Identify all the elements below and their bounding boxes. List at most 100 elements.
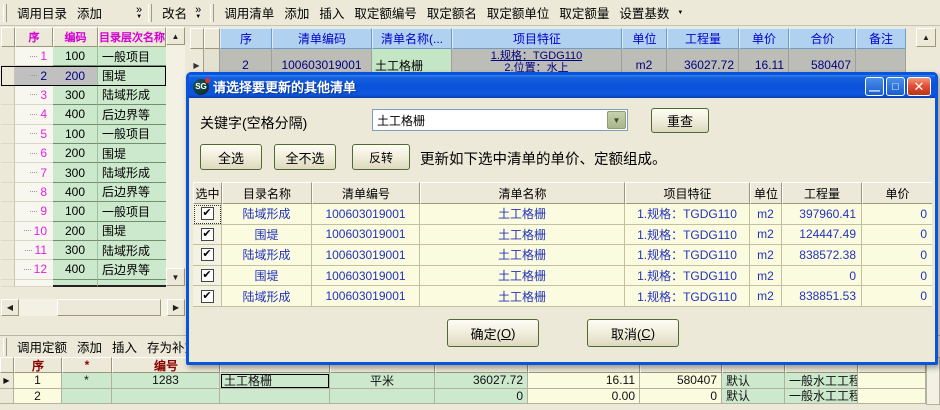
- column-header-unit[interactable]: 单位: [622, 28, 667, 49]
- column-header-total[interactable]: 合价: [789, 28, 856, 49]
- catalog-horizontal-scrollbar[interactable]: ◀ ▶: [1, 299, 185, 316]
- cell-list-name: 土工格栅: [420, 204, 625, 225]
- column-header-indicator: [190, 28, 204, 49]
- scroll-up-icon[interactable]: ▲: [166, 27, 185, 45]
- dialog-title: 请选择要更新的其他清单: [213, 77, 863, 96]
- requery-button[interactable]: 重查: [651, 108, 709, 133]
- column-header-price[interactable]: 单价: [862, 182, 932, 204]
- catalog-row[interactable]: 10200围堤: [1, 222, 166, 241]
- scroll-left-icon[interactable]: ◀: [1, 299, 19, 316]
- dialog-table-row[interactable]: ✔ 陆域形成 100603019001 土工格栅 1.规格：TGDG110 m2…: [193, 245, 932, 266]
- column-header-price[interactable]: 单价: [739, 28, 789, 49]
- catalog-row[interactable]: 8400后边界等: [1, 183, 166, 202]
- close-button[interactable]: ✕: [907, 77, 931, 96]
- toolbar-item-rename[interactable]: 改名: [157, 1, 192, 24]
- row-checkbox[interactable]: ✔: [201, 207, 214, 220]
- quota-row[interactable]: 2 0 0.00 0 默认 一般水工工程: [0, 389, 940, 405]
- catalog-row[interactable]: 7300陆域形成: [1, 163, 166, 182]
- catalog-row[interactable]: 1100一般项目: [1, 47, 166, 66]
- column-header-seq[interactable]: 序: [15, 27, 53, 47]
- row-checkbox[interactable]: ✔: [201, 228, 214, 241]
- catalog-row[interactable]: 12400后边界等: [1, 260, 166, 279]
- toolbar-item-call-quota[interactable]: 调用定额: [12, 335, 72, 358]
- cancel-button[interactable]: 取消(C): [587, 319, 679, 347]
- column-header-name[interactable]: 目录层次名称: [98, 27, 166, 47]
- column-header-quantity[interactable]: 工程量: [782, 182, 862, 204]
- column-header-code[interactable]: 编码: [53, 27, 98, 47]
- catalog-vertical-scrollbar[interactable]: ▲ ▼: [166, 27, 185, 286]
- catalog-row-clipped[interactable]: [1, 280, 166, 287]
- toolbar-item-insert[interactable]: 插入: [314, 1, 349, 24]
- catalog-row[interactable]: 3300陆域形成: [1, 86, 166, 105]
- catalog-row[interactable]: 11300陆域形成: [1, 241, 166, 260]
- cell-quantity: 0: [782, 266, 862, 287]
- minimize-button[interactable]: —: [865, 77, 884, 96]
- cell-feature: 1.规格：TGDG110: [625, 286, 750, 307]
- column-header-feature[interactable]: 项目特征: [452, 28, 622, 49]
- column-header-list-name[interactable]: 清单名称: [420, 182, 625, 204]
- toolbar-item-get-quota-unit[interactable]: 取定额单位: [482, 1, 555, 24]
- column-header-seq[interactable]: 序: [220, 28, 272, 49]
- column-header-list-code[interactable]: 清单编码: [272, 28, 372, 49]
- select-all-button[interactable]: 全选: [200, 144, 262, 170]
- toolbar-item-get-quota-qty[interactable]: 取定额量: [554, 1, 614, 24]
- catalog-row[interactable]: 9100一般项目: [1, 202, 166, 221]
- select-none-button[interactable]: 全不选: [274, 144, 336, 170]
- cell-directory: 围堤: [222, 266, 312, 287]
- toolbar-dropdown-icon[interactable]: ▼: [674, 10, 686, 16]
- dialog-table-row[interactable]: ✔ 陆域形成 100603019001 土工格栅 1.规格：TGDG110 m2…: [193, 286, 932, 307]
- invert-selection-button[interactable]: 反转: [352, 144, 410, 170]
- cell-seq: 10: [15, 222, 53, 241]
- maximize-button[interactable]: □: [886, 77, 905, 96]
- row-checkbox[interactable]: ✔: [201, 248, 214, 261]
- toolbar-item-set-base[interactable]: 设置基数: [614, 1, 674, 24]
- catalog-row[interactable]: 4400后边界等: [1, 105, 166, 124]
- more-buttons-icon[interactable]: »▼: [192, 6, 204, 20]
- dialog-table-row[interactable]: ✔ 围堤 100603019001 土工格栅 1.规格：TGDG110 m2 1…: [193, 225, 932, 246]
- row-checkbox[interactable]: ✔: [201, 290, 214, 303]
- toolbar-item-call-catalog[interactable]: 调用目录: [12, 1, 72, 24]
- update-lists-dialog: SG 请选择要更新的其他清单 — □ ✕ 关键字(空格分隔) 土工格栅 ▼ 重查…: [186, 72, 938, 365]
- toolbar-item-call-list[interactable]: 调用清单: [219, 1, 279, 24]
- column-header-feature[interactable]: 项目特征: [625, 182, 750, 204]
- dialog-table-row[interactable]: ✔ 围堤 100603019001 土工格栅 1.规格：TGDG110 m2 0…: [193, 266, 932, 287]
- catalog-panel: 序 编码 目录层次名称 1100一般项目 2200围堤 3300陆域形成 440…: [0, 26, 186, 335]
- catalog-row-selected[interactable]: 2200围堤: [1, 66, 166, 85]
- dialog-table-row[interactable]: ✔ 陆域形成 100603019001 土工格栅 1.规格：TGDG110 m2…: [193, 204, 932, 225]
- toolbar-item-get-quota-number[interactable]: 取定额编号: [349, 1, 422, 24]
- list-table-header: 序 清单编码 清单名称(... 项目特征 单位 工程量 单价 合价 备注 ▲: [190, 28, 938, 49]
- toolbar-item-get-quota-name[interactable]: 取定额名: [422, 1, 482, 24]
- row-checkbox[interactable]: ✔: [201, 269, 214, 282]
- column-header-seq[interactable]: 序: [14, 357, 62, 373]
- ok-button[interactable]: 确定(O): [447, 319, 539, 347]
- cell-seq: 2: [14, 389, 62, 405]
- catalog-row[interactable]: 6200围堤: [1, 144, 166, 163]
- column-header-star[interactable]: *: [62, 357, 112, 373]
- column-header-directory[interactable]: 目录名称: [222, 182, 312, 204]
- quota-row[interactable]: ▶ 1 * 1283 土工格栅 平米 36027.72 16.11 580407…: [0, 373, 940, 389]
- column-header-checked[interactable]: 选中: [193, 182, 222, 204]
- dialog-titlebar[interactable]: SG 请选择要更新的其他清单 — □ ✕: [189, 75, 935, 98]
- scrollbar-thumb[interactable]: [57, 299, 161, 316]
- column-header-list-name[interactable]: 清单名称(...: [372, 28, 452, 49]
- scroll-down-icon[interactable]: ▼: [166, 268, 185, 286]
- column-header-note[interactable]: 备注: [856, 28, 906, 49]
- cell-name-selected[interactable]: 土工格栅: [220, 373, 330, 389]
- scroll-right-icon[interactable]: ▶: [167, 299, 185, 316]
- toolbar-item-add[interactable]: 添加: [72, 335, 107, 358]
- row-indicator: [1, 105, 15, 124]
- keyword-value[interactable]: 土工格栅: [373, 112, 607, 129]
- more-buttons-icon[interactable]: »▼: [133, 6, 145, 20]
- cell-unit: 平米: [330, 373, 435, 389]
- keyword-combobox[interactable]: 土工格栅 ▼: [372, 109, 628, 131]
- catalog-row[interactable]: 5100一般项目: [1, 125, 166, 144]
- toolbar-item-add[interactable]: 添加: [279, 1, 314, 24]
- combo-dropdown-icon[interactable]: ▼: [607, 111, 626, 129]
- cell-name: [220, 389, 330, 405]
- column-header-list-code[interactable]: 清单编号: [312, 182, 420, 204]
- scroll-up-icon[interactable]: ▲: [916, 28, 936, 47]
- toolbar-item-insert[interactable]: 插入: [107, 335, 142, 358]
- toolbar-item-add-catalog[interactable]: 添加: [72, 1, 107, 24]
- column-header-quantity[interactable]: 工程量: [667, 28, 739, 49]
- column-header-unit[interactable]: 单位: [750, 182, 782, 204]
